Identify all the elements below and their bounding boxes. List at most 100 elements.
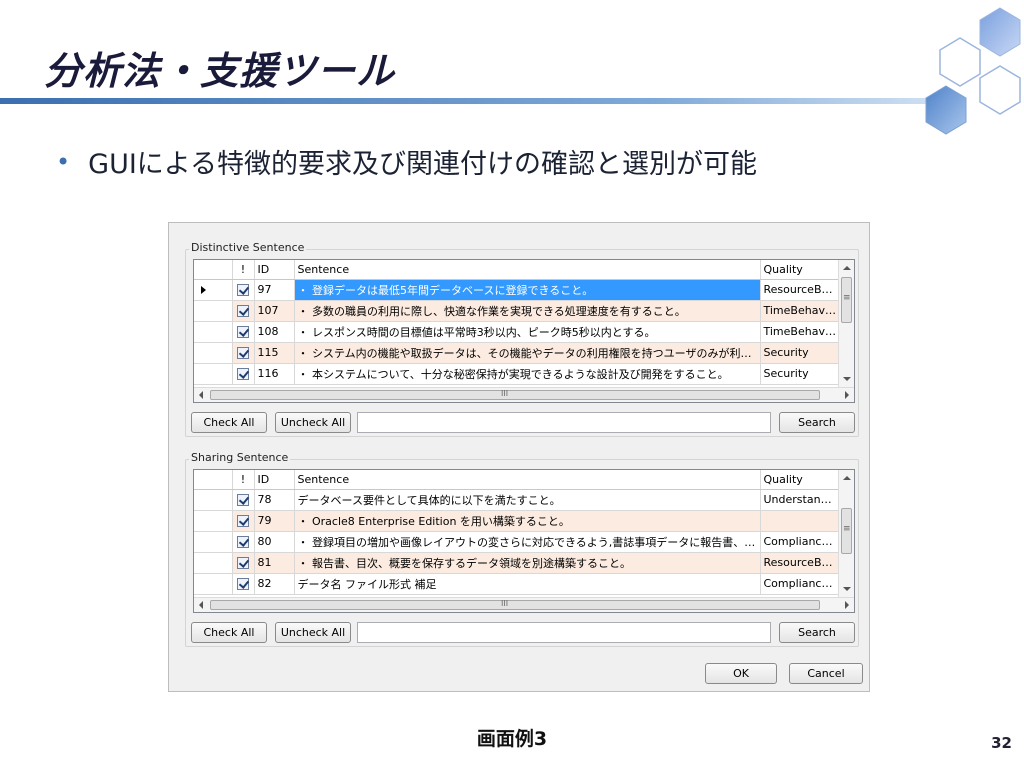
cell-quality[interactable]: Compliance, C — [760, 573, 841, 595]
row-checkbox[interactable] — [237, 305, 249, 317]
row-checkbox[interactable] — [237, 347, 249, 359]
sharing-uncheck-all-button[interactable]: Uncheck All — [275, 622, 351, 643]
sharing-search-button[interactable]: Search — [779, 622, 855, 643]
column-header-sentence[interactable]: Sentence — [294, 470, 761, 490]
cell-sentence[interactable]: ・ 報告書、目次、概要を保存するデータ領域を別途構築すること。 — [294, 552, 761, 574]
table-row[interactable]: 116 ・ 本システムについて、十分な秘密保持が実現できるような設計及び開発をする… — [194, 363, 841, 385]
bullet-point: • GUIによる特徴的要求及び関連付けの確認と選別が可能 — [56, 142, 757, 181]
row-header[interactable] — [194, 363, 233, 385]
row-header-corner — [194, 470, 233, 490]
cell-id[interactable]: 82 — [254, 573, 295, 595]
cell-id[interactable]: 79 — [254, 510, 295, 532]
sharing-check-all-button[interactable]: Check All — [191, 622, 267, 643]
column-header-id[interactable]: ID — [254, 470, 295, 490]
table-row[interactable]: 80 ・ 登録項目の増加や画像レイアウトの変さらに対応できるよう,書誌事項データに… — [194, 531, 841, 553]
distinctive-grid[interactable]: ! ID Sentence Quality 97 ・ 登録データは最低5年間データ… — [193, 259, 855, 403]
cell-id[interactable]: 115 — [254, 342, 295, 364]
row-checkbox[interactable] — [237, 515, 249, 527]
column-header-id[interactable]: ID — [254, 260, 295, 280]
cell-sentence[interactable]: ・ 本システムについて、十分な秘密保持が実現できるような設計及び開発をすること。 — [294, 363, 761, 385]
cell-id[interactable]: 107 — [254, 300, 295, 322]
cell-quality[interactable]: Compliance, C — [760, 531, 841, 553]
row-header[interactable] — [194, 510, 233, 532]
table-row[interactable]: 115 ・ システム内の機能や取扱データは、その機能やデータの利用権限を持つユーザ… — [194, 342, 841, 364]
row-checkbox[interactable] — [237, 326, 249, 338]
row-header[interactable] — [194, 321, 233, 343]
cell-quality[interactable]: ResourceBeha — [760, 279, 841, 301]
scroll-up-icon[interactable] — [843, 476, 851, 480]
table-row[interactable]: 78 データベース要件として具体的に以下を満たすこと。 Understandabi — [194, 489, 841, 511]
sharing-vertical-scrollbar[interactable] — [838, 470, 854, 597]
row-header[interactable] — [194, 300, 233, 322]
cell-id[interactable]: 108 — [254, 321, 295, 343]
scroll-right-icon[interactable] — [845, 601, 849, 609]
cell-sentence[interactable]: ・ システム内の機能や取扱データは、その機能やデータの利用権限を持つユーザのみが… — [294, 342, 761, 364]
scroll-thumb[interactable] — [841, 277, 852, 323]
bullet-dot-icon: • — [56, 147, 71, 176]
distinctive-vertical-scrollbar[interactable] — [838, 260, 854, 387]
sharing-grid[interactable]: ! ID Sentence Quality 78 データベース要件として具体的に以… — [193, 469, 855, 613]
scroll-thumb[interactable] — [210, 389, 820, 400]
table-row[interactable]: 108 ・ レスポンス時間の目標値は平常時3秒以内、ピーク時5秒以内とする。 Tim… — [194, 321, 841, 343]
row-checkbox[interactable] — [237, 557, 249, 569]
scroll-right-icon[interactable] — [845, 391, 849, 399]
scroll-thumb[interactable] — [841, 508, 852, 554]
table-row[interactable]: 82 データ名 ファイル形式 補足 Compliance, C — [194, 573, 841, 595]
cell-quality[interactable] — [760, 510, 841, 532]
sentence-dialog: Distinctive Sentence ! ID Sentence Quali… — [168, 222, 870, 692]
cell-id[interactable]: 80 — [254, 531, 295, 553]
table-row[interactable]: 81 ・ 報告書、目次、概要を保存するデータ領域を別途構築すること。 Resourc… — [194, 552, 841, 574]
cell-sentence[interactable]: データベース要件として具体的に以下を満たすこと。 — [294, 489, 761, 511]
cancel-button[interactable]: Cancel — [789, 663, 863, 684]
scroll-down-icon[interactable] — [843, 587, 851, 591]
cell-id[interactable]: 116 — [254, 363, 295, 385]
cell-sentence[interactable]: ・ Oracle8 Enterprise Edition を用い構築すること。 — [294, 510, 761, 532]
distinctive-check-all-button[interactable]: Check All — [191, 412, 267, 433]
column-header-check[interactable]: ! — [232, 470, 255, 490]
scroll-thumb[interactable] — [210, 599, 820, 610]
cell-quality[interactable]: ResourceBeha — [760, 552, 841, 574]
row-header[interactable] — [194, 279, 233, 301]
row-header[interactable] — [194, 489, 233, 511]
distinctive-uncheck-all-button[interactable]: Uncheck All — [275, 412, 351, 433]
scroll-left-icon[interactable] — [199, 601, 203, 609]
cell-sentence[interactable]: ・ 登録データは最低5年間データベースに登録できること。 — [294, 279, 761, 301]
table-row[interactable]: 107 ・ 多数の職員の利用に際し、快適な作業を実現できる処理速度を有すること。 T… — [194, 300, 841, 322]
table-row[interactable]: 97 ・ 登録データは最低5年間データベースに登録できること。 ResourceBe… — [194, 279, 841, 301]
column-header-sentence[interactable]: Sentence — [294, 260, 761, 280]
cell-sentence[interactable]: ・ 登録項目の増加や画像レイアウトの変さらに対応できるよう,書誌事項データに報告… — [294, 531, 761, 553]
cell-quality[interactable]: Security — [760, 363, 841, 385]
scroll-left-icon[interactable] — [199, 391, 203, 399]
scroll-down-icon[interactable] — [843, 377, 851, 381]
cell-id[interactable]: 78 — [254, 489, 295, 511]
column-header-quality[interactable]: Quality — [760, 470, 841, 490]
cell-quality[interactable]: Understandabi — [760, 489, 841, 511]
row-header[interactable] — [194, 342, 233, 364]
cell-id[interactable]: 81 — [254, 552, 295, 574]
cell-quality[interactable]: Security — [760, 342, 841, 364]
cell-quality[interactable]: TimeBehaviou — [760, 300, 841, 322]
cell-sentence[interactable]: ・ 多数の職員の利用に際し、快適な作業を実現できる処理速度を有すること。 — [294, 300, 761, 322]
scroll-up-icon[interactable] — [843, 266, 851, 270]
cell-quality[interactable]: TimeBehaviou — [760, 321, 841, 343]
cell-sentence[interactable]: データ名 ファイル形式 補足 — [294, 573, 761, 595]
row-header[interactable] — [194, 531, 233, 553]
distinctive-search-button[interactable]: Search — [779, 412, 855, 433]
row-checkbox[interactable] — [237, 536, 249, 548]
row-checkbox[interactable] — [237, 494, 249, 506]
distinctive-search-input[interactable] — [357, 412, 771, 433]
table-row[interactable]: 79 ・ Oracle8 Enterprise Edition を用い構築すること… — [194, 510, 841, 532]
cell-sentence[interactable]: ・ レスポンス時間の目標値は平常時3秒以内、ピーク時5秒以内とする。 — [294, 321, 761, 343]
cell-id[interactable]: 97 — [254, 279, 295, 301]
distinctive-horizontal-scrollbar[interactable] — [194, 387, 854, 402]
column-header-check[interactable]: ! — [232, 260, 255, 280]
row-checkbox[interactable] — [237, 578, 249, 590]
sharing-horizontal-scrollbar[interactable] — [194, 597, 854, 612]
row-checkbox[interactable] — [237, 368, 249, 380]
row-checkbox[interactable] — [237, 284, 249, 296]
row-header[interactable] — [194, 573, 233, 595]
sharing-search-input[interactable] — [357, 622, 771, 643]
column-header-quality[interactable]: Quality — [760, 260, 841, 280]
ok-button[interactable]: OK — [705, 663, 777, 684]
row-header[interactable] — [194, 552, 233, 574]
